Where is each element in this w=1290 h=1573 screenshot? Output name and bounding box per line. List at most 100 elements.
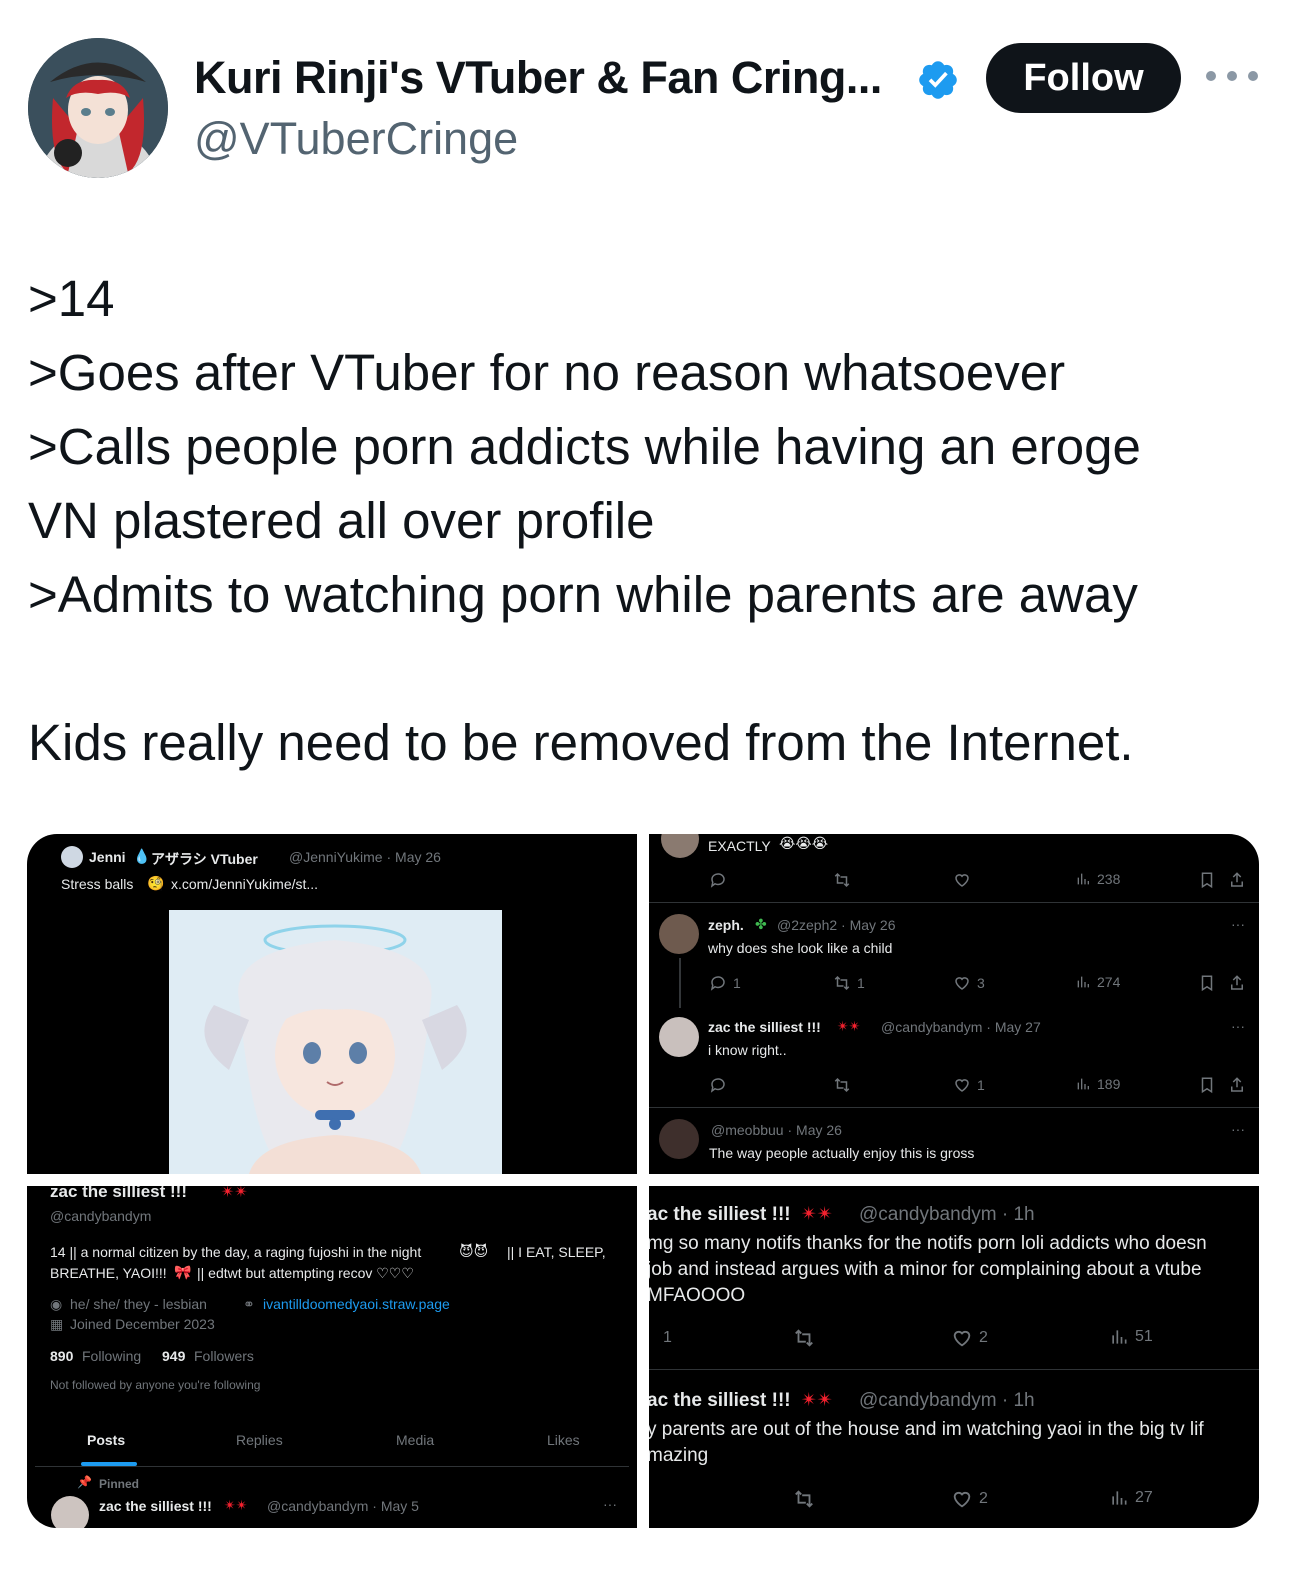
droplet-icon: 💧 [133,848,151,864]
more-options-icon[interactable]: ··· [1231,916,1245,932]
followers-count[interactable]: 949 [162,1348,185,1364]
profile-name: zac the silliest !!! [50,1186,187,1201]
pin-icon: 📌 [77,1475,92,1489]
retweet-icon[interactable] [833,1076,851,1094]
reply-icon[interactable] [709,1076,727,1094]
avatar [661,834,699,858]
more-options-icon[interactable]: ··· [1231,1018,1245,1034]
reply-handle-date: @meobbuu · May 26 [711,1122,842,1138]
views-count[interactable]: 189 [1075,1076,1120,1092]
post-text: MFAOOOO [649,1285,746,1306]
reply-author-name: zeph. [708,917,744,933]
views-count[interactable]: 51 [1109,1327,1153,1347]
like-icon[interactable]: 1 [953,1076,985,1094]
post-text: y parents are out of the house and im wa… [649,1419,1204,1440]
tweet-line: Kids really need to be removed from the … [28,714,1134,771]
follow-button[interactable]: Follow [986,43,1181,113]
retweet-icon[interactable] [793,1327,815,1349]
like-icon[interactable] [953,871,971,889]
ribbon-emoji-icon: 🎀 [174,1264,192,1280]
avatar [659,1119,699,1159]
views-count[interactable]: 238 [1075,871,1120,887]
profile-website[interactable]: ivantilldoomedyaoi.straw.page [263,1296,450,1312]
link-icon: ⚭ [243,1296,255,1312]
bookmark-icon[interactable] [1199,871,1215,889]
quoted-author-name: Jenni [89,849,126,865]
not-followed-note: Not followed by anyone you're following [50,1378,261,1392]
profile-bio: BREATHE, YAOI!!! [50,1265,167,1281]
more-options-icon[interactable]: ··· [1231,1121,1245,1137]
bookmark-icon[interactable] [1199,974,1215,992]
retweet-icon[interactable] [793,1488,815,1510]
profile-bio: || I EAT, SLEEP, [507,1244,606,1260]
media-image-1[interactable]: Jenni 💧 アザラシ VTuber @JenniYukime · May 2… [27,834,637,1174]
share-icon[interactable] [1229,871,1245,889]
reply-author-name: zac the silliest !!! [708,1019,821,1035]
sparkle-icon: ✴✴ [801,1204,833,1225]
author-name[interactable]: Kuri Rinji's VTuber & Fan Cring... [194,52,882,104]
avatar [51,1496,89,1528]
followers-label[interactable]: Followers [194,1348,254,1364]
reply-text: EXACTLY [708,838,771,854]
retweet-icon[interactable] [833,871,851,889]
pinned-label: Pinned [99,1477,140,1491]
more-options-icon[interactable]: ··· [603,1496,617,1512]
post-author-name: ac the silliest !!! [649,1204,791,1225]
pinned-handle-date: @candybandym · May 5 [267,1498,419,1514]
crying-emoji-icon: 😭😭😭 [779,835,829,851]
profile-pronouns: he/ she/ they - lesbian [70,1296,207,1312]
quoted-text: Stress balls [61,876,134,892]
share-icon[interactable] [1229,1076,1245,1094]
devil-emoji-icon: 😈😈 [459,1243,489,1259]
post-handle-time: @candybandym · 1h [859,1204,1035,1225]
media-image-4[interactable]: ac the silliest !!! ✴✴ @candybandym · 1h… [649,1186,1259,1528]
quoted-link[interactable]: x.com/JenniYukime/st... [171,876,318,892]
retweet-icon[interactable]: 1 [833,974,865,992]
post-author-name: ac the silliest !!! [649,1390,791,1411]
clover-icon: ✤ [755,916,767,932]
media-image-2[interactable]: EXACTLY 😭😭😭 238 zeph. ✤ @2zeph2 · May 26… [649,834,1259,1174]
calendar-icon: ▦ [50,1316,64,1332]
author-handle[interactable]: @VTuberCringe [194,113,518,165]
views-count[interactable]: 27 [1109,1488,1153,1508]
bookmark-icon[interactable] [1199,1076,1215,1094]
reply-text: i know right.. [708,1042,787,1058]
reply-text: why does she look like a child [708,940,893,956]
media-grid: Jenni 💧 アザラシ VTuber @JenniYukime · May 2… [27,834,1259,1528]
views-count[interactable]: 274 [1075,974,1120,990]
quoted-author-suffix: アザラシ VTuber [151,851,258,867]
quoted-handle-date: @JenniYukime · May 26 [289,849,441,865]
like-icon[interactable]: 2 [951,1327,988,1349]
tab-media[interactable]: Media [396,1432,434,1448]
avatar [659,1017,699,1057]
avatar [659,914,699,954]
reply-icon[interactable] [709,871,727,889]
tweet-line: >Admits to watching porn while parents a… [28,566,1138,623]
profile-bio: || edtwt but attempting recov ♡♡♡ [197,1265,414,1281]
tweet-text: >14 >Goes after VTuber for no reason wha… [28,262,1268,780]
sparkle-icon: ✴✴ [801,1390,833,1411]
profile-joined: Joined December 2023 [70,1316,215,1332]
reply-icon[interactable]: 1 [709,974,741,992]
following-label[interactable]: Following [82,1348,141,1364]
post-handle-time: @candybandym · 1h [859,1390,1035,1411]
share-icon[interactable] [1229,974,1245,992]
avatar [61,846,83,868]
tweet-line: VN plastered all over profile [28,492,655,549]
monocle-emoji-icon: 🧐 [147,875,165,891]
tab-posts[interactable]: Posts [87,1432,125,1448]
more-options-icon[interactable] [1206,56,1258,96]
sparkle-icon: ✴✴ [224,1497,248,1513]
media-image-3[interactable]: zac the silliest !!! ✴✴ @candybandym 14 … [27,1186,637,1528]
tab-replies[interactable]: Replies [236,1432,283,1448]
post-text: job and instead argues with a minor for … [649,1259,1202,1280]
tweet-line: >14 [28,270,115,327]
verified-badge-icon [919,61,957,99]
like-icon[interactable]: 3 [953,974,985,992]
profile-bio: 14 || a normal citizen by the day, a rag… [50,1244,422,1260]
like-icon[interactable]: 2 [951,1488,988,1510]
author-avatar[interactable] [28,38,168,178]
reply-count[interactable]: 1 [651,1329,672,1347]
tab-likes[interactable]: Likes [547,1432,580,1448]
following-count[interactable]: 890 [50,1348,73,1364]
